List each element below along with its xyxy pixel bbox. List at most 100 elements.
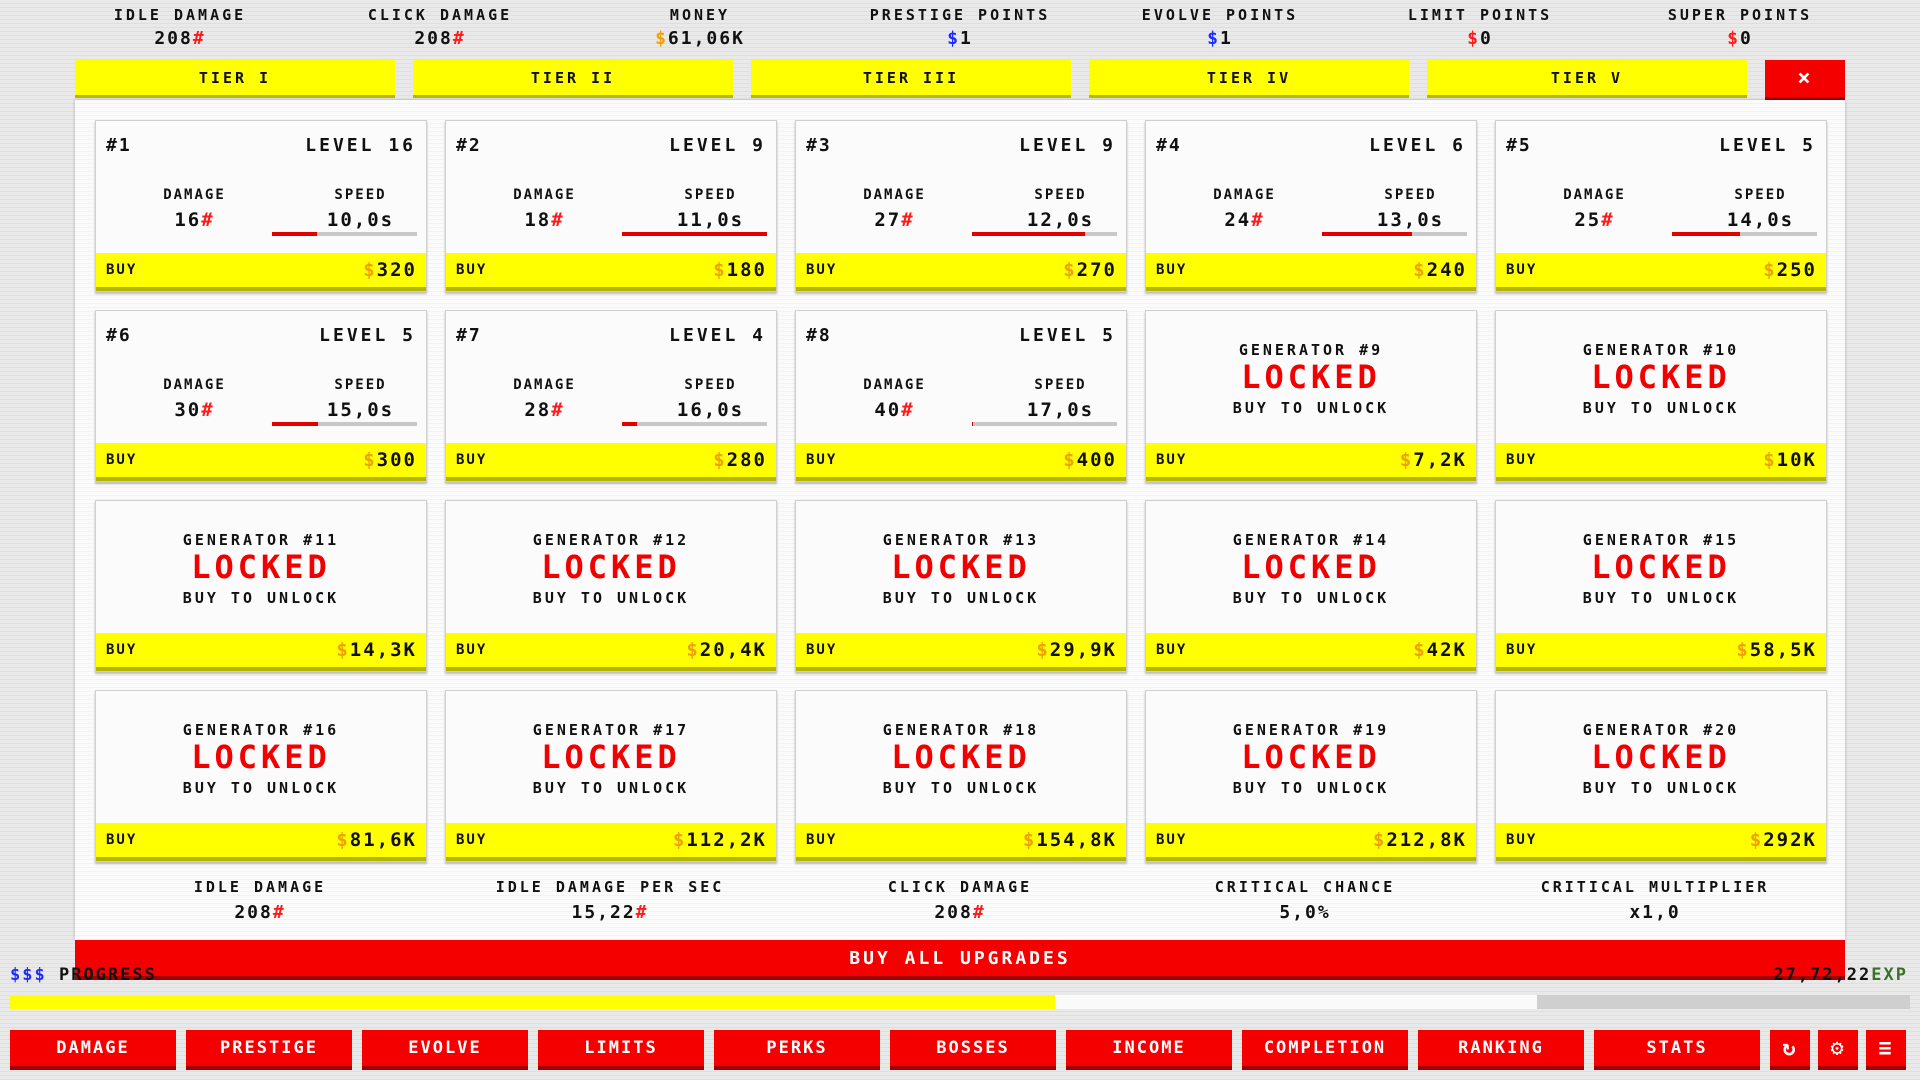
currency-symbol: $ — [1063, 449, 1077, 471]
buy-generator-button[interactable]: BUY $270 — [796, 253, 1126, 291]
gear-button[interactable]: ⚙ — [1818, 1030, 1858, 1070]
buy-unlock-button[interactable]: BUY $29,9K — [796, 633, 1126, 671]
currency-symbol: $ — [1022, 829, 1037, 851]
hash-suffix: # — [192, 28, 206, 49]
generator-card: #7 LEVEL 4 DAMAGE 28# SPEED 16,0s BUY $280 — [445, 310, 777, 482]
generator-title: GENERATOR #10 — [1582, 341, 1740, 359]
nav-stats[interactable]: STATS — [1594, 1030, 1760, 1070]
generator-price: $42K — [1413, 639, 1467, 661]
buy-all-label: BUY ALL UPGRADES — [849, 947, 1071, 969]
buy-generator-button[interactable]: BUY $400 — [796, 443, 1126, 481]
generator-price: $180 — [713, 259, 767, 281]
buy-unlock-button[interactable]: BUY $81,6K — [96, 823, 426, 861]
buy-unlock-button[interactable]: BUY $58,5K — [1496, 633, 1826, 671]
buy-unlock-button[interactable]: BUY $154,8K — [796, 823, 1126, 861]
menu-button[interactable]: ≡ — [1866, 1030, 1906, 1070]
tab-tier-5[interactable]: TIER V — [1427, 60, 1747, 98]
currency-symbol: $ — [713, 449, 727, 471]
summary-stat-value: 208# — [120, 902, 400, 923]
tab-tier-3[interactable]: TIER III — [751, 60, 1071, 98]
buy-generator-button[interactable]: BUY $300 — [96, 443, 426, 481]
nav-prestige[interactable]: PRESTIGE — [186, 1030, 352, 1070]
locked-label: LOCKED — [1591, 358, 1731, 396]
buy-unlock-button[interactable]: BUY $212,8K — [1146, 823, 1476, 861]
locked-generator-card: GENERATOR #18 LOCKED BUY TO UNLOCK BUY $154,… — [795, 690, 1127, 862]
damage-value: 30# — [122, 399, 267, 421]
nav-completion[interactable]: COMPLETION — [1242, 1030, 1408, 1070]
buy-generator-button[interactable]: BUY $240 — [1146, 253, 1476, 291]
hash-suffix: # — [272, 902, 286, 923]
unlock-hint: BUY TO UNLOCK — [1232, 589, 1390, 607]
tab-tier-4[interactable]: TIER IV — [1089, 60, 1409, 98]
damage-number: 18 — [524, 209, 552, 231]
locked-generator-card: GENERATOR #17 LOCKED BUY TO UNLOCK BUY $112,… — [445, 690, 777, 862]
top-stat-value: 208# — [330, 28, 550, 49]
refresh-button[interactable]: ↻ — [1770, 1030, 1810, 1070]
buy-all-upgrades-button[interactable]: BUY ALL UPGRADES — [75, 940, 1845, 980]
nav-damage[interactable]: DAMAGE — [10, 1030, 176, 1070]
unlock-hint: BUY TO UNLOCK — [1232, 399, 1390, 417]
nav-income[interactable]: INCOME — [1066, 1030, 1232, 1070]
unlock-hint: BUY TO UNLOCK — [1232, 779, 1390, 797]
locked-generator-card: GENERATOR #13 LOCKED BUY TO UNLOCK BUY $29,9… — [795, 500, 1127, 672]
generator-level: LEVEL 16 — [305, 135, 416, 156]
currency-symbol: $ — [1749, 829, 1764, 851]
buy-unlock-button[interactable]: BUY $10K — [1496, 443, 1826, 481]
buy-generator-button[interactable]: BUY $320 — [96, 253, 426, 291]
buy-unlock-button[interactable]: BUY $42K — [1146, 633, 1476, 671]
buy-unlock-button[interactable]: BUY $112,2K — [446, 823, 776, 861]
buy-generator-button[interactable]: BUY $250 — [1496, 253, 1826, 291]
buy-unlock-button[interactable]: BUY $20,4K — [446, 633, 776, 671]
nav-evolve[interactable]: EVOLVE — [362, 1030, 528, 1070]
tab-tier-1[interactable]: TIER I — [75, 60, 395, 98]
buy-unlock-button[interactable]: BUY $14,3K — [96, 633, 426, 671]
locked-label: LOCKED — [1591, 738, 1731, 776]
locked-generator-card: GENERATOR #9 LOCKED BUY TO UNLOCK BUY $7,2K — [1145, 310, 1477, 482]
currency-symbol: $ — [1063, 259, 1077, 281]
buy-generator-button[interactable]: BUY $280 — [446, 443, 776, 481]
generator-price: $20,4K — [686, 639, 767, 661]
generator-level: LEVEL 5 — [1019, 325, 1116, 346]
buy-unlock-button[interactable]: BUY $7,2K — [1146, 443, 1476, 481]
tab-tier-2[interactable]: TIER II — [413, 60, 733, 98]
damage-stat: DAMAGE 28# — [472, 377, 617, 421]
locked-label: LOCKED — [891, 738, 1031, 776]
speed-progress-fill — [1672, 232, 1741, 236]
price-value: 292K — [1763, 829, 1817, 851]
top-stat-label: MONEY — [669, 6, 731, 24]
hash-suffix: # — [972, 902, 986, 923]
value-number: x1,0 — [1629, 902, 1681, 923]
price-value: 300 — [376, 449, 417, 471]
unlock-hint: BUY TO UNLOCK — [532, 589, 690, 607]
speed-label: SPEED — [334, 187, 387, 203]
generator-level: LEVEL 9 — [669, 135, 766, 156]
nav-limits[interactable]: LIMITS — [538, 1030, 704, 1070]
close-button[interactable]: × — [1765, 60, 1845, 100]
speed-value: 14,0s — [1726, 209, 1795, 231]
locked-generator-card: GENERATOR #20 LOCKED BUY TO UNLOCK BUY $292K — [1495, 690, 1827, 862]
damage-number: 27 — [874, 209, 902, 231]
price-value: 180 — [726, 259, 767, 281]
nav-bosses[interactable]: BOSSES — [890, 1030, 1056, 1070]
locked-label: LOCKED — [541, 738, 681, 776]
damage-value: 25# — [1522, 209, 1667, 231]
value-number: 1 — [1220, 28, 1233, 49]
damage-stat: DAMAGE 40# — [822, 377, 967, 421]
buy-label: BUY — [1156, 642, 1188, 658]
buy-label: BUY — [806, 832, 838, 848]
generator-card: #1 LEVEL 16 DAMAGE 16# SPEED 10,0s BUY $320 — [95, 120, 427, 292]
generator-title: GENERATOR #16 — [182, 721, 340, 739]
exp-value: 27,72,22 — [1773, 965, 1872, 985]
generator-number: #2 — [456, 135, 482, 156]
generator-price: $300 — [363, 449, 417, 471]
value-number: 208 — [414, 28, 453, 49]
damage-value: 24# — [1172, 209, 1317, 231]
currency-symbol: $ — [1413, 259, 1427, 281]
buy-unlock-button[interactable]: BUY $292K — [1496, 823, 1826, 861]
nav-ranking[interactable]: RANKING — [1418, 1030, 1584, 1070]
buy-generator-button[interactable]: BUY $180 — [446, 253, 776, 291]
nav-perks[interactable]: PERKS — [714, 1030, 880, 1070]
damage-value: 27# — [822, 209, 967, 231]
buy-label: BUY — [806, 642, 838, 658]
currency-prefix: $ — [655, 28, 668, 49]
